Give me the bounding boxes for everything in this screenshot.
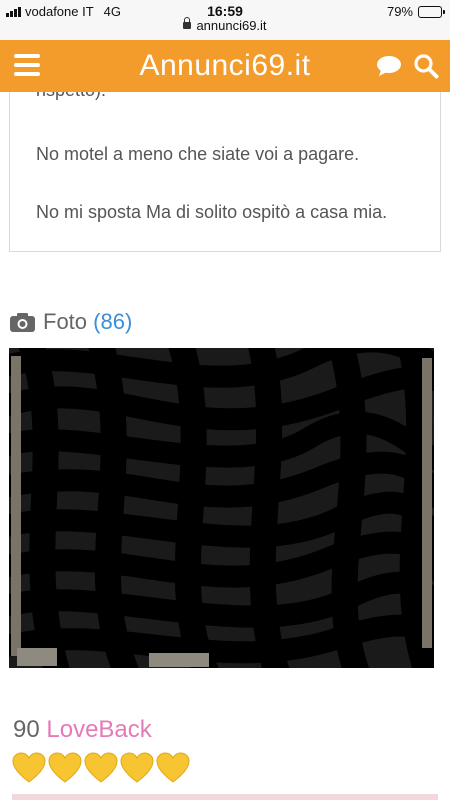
- clock: 16:59: [207, 3, 243, 19]
- yellow-heart-icon: [84, 752, 118, 783]
- status-right: 79%: [386, 4, 445, 19]
- next-section-edge: [12, 794, 438, 800]
- search-icon[interactable]: [413, 53, 439, 79]
- loveback-counter: 90 LoveBack: [13, 716, 152, 744]
- description-box: rispetto). No motel a meno che siate voi…: [9, 70, 441, 252]
- photos-count-link[interactable]: (86): [93, 309, 132, 335]
- redaction-scribble: [9, 348, 434, 668]
- address-bar[interactable]: annunci69.it: [0, 17, 450, 33]
- status-bar: vodafone IT 4G 16:59 annunci69.it 79%: [0, 0, 450, 40]
- loveback-hearts: [12, 752, 190, 784]
- lock-icon: [183, 17, 192, 29]
- yellow-heart-icon: [156, 752, 190, 783]
- description-paragraph: No mi sposta Ma di solito ospitò a casa …: [36, 202, 388, 222]
- chat-bubble-icon[interactable]: [376, 55, 402, 77]
- yellow-heart-icon: [12, 752, 46, 783]
- url-text: annunci69.it: [196, 18, 267, 33]
- battery-icon: [418, 5, 445, 18]
- yellow-heart-icon: [48, 752, 82, 783]
- loveback-count: 90: [13, 716, 40, 743]
- photos-heading: Foto (86): [10, 309, 132, 335]
- photos-label: Foto: [43, 309, 88, 334]
- app-header: Annunci69.it: [0, 40, 450, 92]
- description-text: No motel a meno che siate voi a pagare. …: [36, 140, 416, 251]
- profile-photo[interactable]: [9, 348, 434, 668]
- yellow-heart-icon: [120, 752, 154, 783]
- battery-percent: 79%: [386, 4, 413, 19]
- loveback-link[interactable]: LoveBack: [46, 716, 151, 743]
- camera-icon: [10, 313, 35, 332]
- description-paragraph: No motel a meno che siate voi a pagare.: [36, 144, 360, 164]
